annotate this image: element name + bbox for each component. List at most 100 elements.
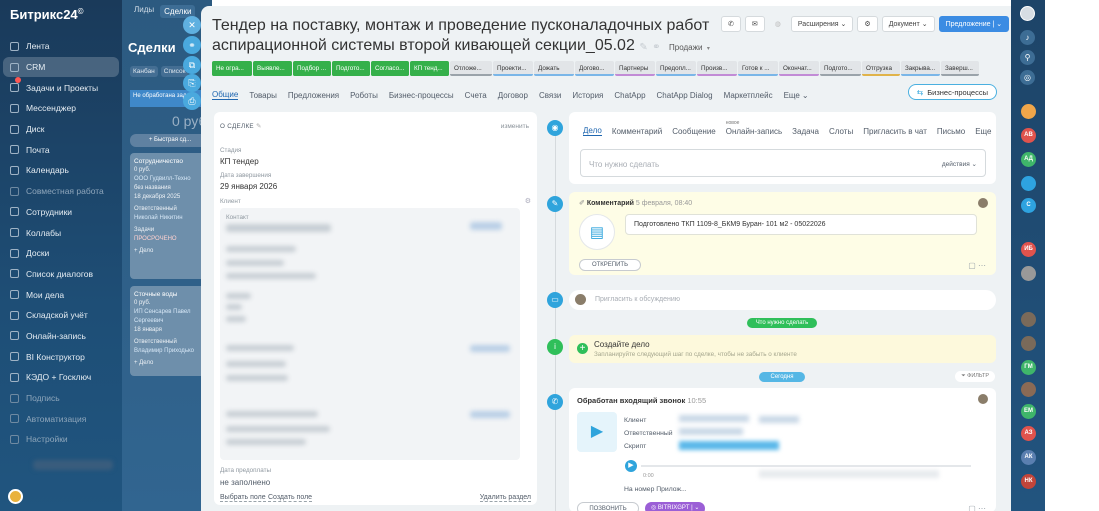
- select-field-link[interactable]: Выбрать поле: [220, 494, 266, 502]
- chat-avatar[interactable]: [1021, 176, 1036, 191]
- about-edit-link[interactable]: изменить: [501, 123, 529, 130]
- activity-tab[interactable]: Слоты: [829, 127, 853, 136]
- stage-item[interactable]: Подгото...: [332, 61, 370, 76]
- sidebar-item[interactable]: BI Конструктор: [0, 346, 122, 367]
- view-kanban[interactable]: Канбан: [130, 66, 158, 77]
- app-logo[interactable]: Битрикс24©: [10, 7, 84, 22]
- activity-input[interactable]: Что нужно сделать действия ⌄: [580, 149, 986, 177]
- deal-card-add-activity[interactable]: + Дело: [134, 247, 206, 256]
- sidebar-item[interactable]: Автоматизация: [0, 408, 122, 429]
- close-date-value[interactable]: 29 января 2026: [220, 182, 277, 191]
- deal-card[interactable]: Сотрудничество 0 руб. ООО Гудвилл-Техно …: [130, 153, 210, 279]
- stage-item[interactable]: Подгото...: [820, 61, 861, 76]
- invite-discussion[interactable]: Пригласить к обсуждению: [569, 290, 996, 310]
- chat-avatar[interactable]: [1021, 266, 1036, 281]
- stage-item[interactable]: Произв...: [697, 61, 737, 76]
- sidebar-item[interactable]: Настройки: [0, 429, 122, 450]
- deal-tab[interactable]: Договор: [498, 91, 528, 100]
- deal-card-add-activity[interactable]: + Дело: [134, 359, 206, 368]
- extensions-button[interactable]: Расширения ⌄: [790, 16, 854, 32]
- deal-tab[interactable]: Счета: [465, 91, 487, 100]
- deal-tab[interactable]: Бизнес-процессы: [389, 91, 454, 100]
- stage-item[interactable]: Выявле...: [253, 61, 292, 76]
- prepay-date-value[interactable]: не заполнено: [220, 478, 270, 487]
- chat-avatar[interactable]: АК: [1021, 450, 1036, 465]
- contact-name-blurred[interactable]: [226, 224, 331, 232]
- play-icon[interactable]: ▶: [625, 460, 637, 472]
- deal-card-resp[interactable]: Николай Никитин: [134, 214, 206, 223]
- close-icon[interactable]: ✕: [183, 16, 201, 34]
- chat-avatar[interactable]: [1021, 104, 1036, 119]
- author-avatar[interactable]: [978, 198, 988, 208]
- create-activity-card[interactable]: + Создайте дело Запланируйте следующий ш…: [569, 335, 996, 363]
- offer-button[interactable]: Предложение | ⌄: [938, 16, 1010, 32]
- notifications-icon[interactable]: ♪: [1020, 30, 1035, 45]
- blurred-script-link[interactable]: [679, 441, 779, 450]
- author-avatar[interactable]: [978, 394, 988, 404]
- stage-item[interactable]: Не огра...: [212, 61, 252, 76]
- document-button[interactable]: Документ ⌄: [881, 16, 935, 32]
- stage-item[interactable]: КП тенд...: [410, 61, 449, 76]
- deal-tab[interactable]: Связи: [539, 91, 561, 100]
- unpin-button[interactable]: ОТКРЕПИТЬ: [579, 259, 641, 271]
- stage-item[interactable]: Заверш...: [941, 61, 979, 76]
- sidebar-item[interactable]: Совместная работа: [0, 181, 122, 202]
- copy-link-icon[interactable]: ⚭: [652, 42, 660, 53]
- activity-tab[interactable]: Еще: [975, 127, 991, 136]
- chat-avatar[interactable]: АД: [1021, 152, 1036, 167]
- copy-link-icon[interactable]: ⎘: [183, 74, 201, 92]
- deal-tab[interactable]: ChatApp Dialog: [657, 91, 713, 100]
- sidebar-item[interactable]: Календарь: [0, 160, 122, 181]
- deal-card-company[interactable]: ООО Гудвилл-Техно: [134, 175, 206, 184]
- chat-avatar[interactable]: АЗ: [1021, 426, 1036, 441]
- chat-avatar[interactable]: ЕМ: [1021, 404, 1036, 419]
- activity-tab[interactable]: Дело: [583, 126, 602, 136]
- open-new-window-icon[interactable]: ⧉: [183, 56, 201, 74]
- audio-progress[interactable]: [641, 465, 971, 467]
- user-avatar[interactable]: [1020, 6, 1035, 21]
- settings-gear-icon[interactable]: ⚙: [525, 197, 531, 205]
- actions-dropdown[interactable]: действия ⌄: [942, 160, 977, 168]
- activity-tab[interactable]: Письмо: [937, 127, 965, 136]
- stage-item[interactable]: Проекти...: [493, 61, 533, 76]
- stage-item[interactable]: Партнеры: [615, 61, 655, 76]
- sidebar-item[interactable]: Список диалогов: [0, 264, 122, 285]
- business-processes-button[interactable]: ⇆ Бизнес-процессы: [907, 84, 997, 100]
- deal-card-resp[interactable]: Владимир Приходько: [134, 347, 206, 356]
- delete-section-link[interactable]: Удалить раздел: [479, 494, 531, 502]
- deal-tab[interactable]: Товары: [249, 91, 277, 100]
- deal-tab[interactable]: История: [572, 91, 603, 100]
- deal-card-company[interactable]: ИП Сенсарев Павел Сергеевич: [134, 308, 206, 326]
- chat-avatar[interactable]: [1021, 312, 1036, 327]
- stage-item[interactable]: Отгрузка: [862, 61, 900, 76]
- deal-tab[interactable]: Еще: [784, 91, 800, 100]
- bitrix-gpt-button[interactable]: ◎ BITRIXGPT | ⌄: [645, 502, 706, 511]
- sidebar-item[interactable]: CRM: [3, 56, 119, 78]
- quick-add-deal-button[interactable]: + Быстрая сд...: [130, 134, 210, 147]
- sidebar-item[interactable]: Онлайн-запись: [0, 326, 122, 347]
- sidebar-item[interactable]: Диск: [0, 119, 122, 140]
- sidebar-item[interactable]: Складской учёт: [0, 305, 122, 326]
- stage-item[interactable]: Готов к ...: [738, 61, 778, 76]
- stage-item[interactable]: Отложе...: [450, 61, 492, 76]
- stage-item[interactable]: Подбор ...: [293, 61, 331, 76]
- deal-title[interactable]: Тендер на поставку, монтаж и проведение …: [212, 16, 712, 59]
- funnel-selector[interactable]: Продажи: [669, 43, 702, 52]
- activity-tab[interactable]: Комментарий: [612, 127, 662, 136]
- sidebar-item[interactable]: КЭДО + Госключ: [0, 367, 122, 388]
- link-icon[interactable]: ⚭: [183, 36, 201, 54]
- filter-button[interactable]: ⏷ ФИЛЬТР: [955, 371, 995, 382]
- sidebar-item[interactable]: Сотрудники: [0, 202, 122, 223]
- create-field-link[interactable]: Создать поле: [268, 494, 313, 502]
- deal-tab[interactable]: ChatApp: [614, 91, 645, 100]
- sidebar-item[interactable]: Мессенджер: [0, 98, 122, 119]
- deal-tab[interactable]: Предложения: [288, 91, 339, 100]
- contact-actions-blurred[interactable]: [470, 222, 502, 230]
- edit-title-icon[interactable]: ✎: [639, 42, 647, 53]
- settings-gear-icon[interactable]: ⚙: [857, 16, 878, 32]
- sidebar-item[interactable]: Коллабы: [0, 222, 122, 243]
- chat-avatar[interactable]: АВ: [1021, 128, 1036, 143]
- stage-item[interactable]: Согласо...: [371, 61, 409, 76]
- sidebar-item[interactable]: Подпись: [0, 388, 122, 409]
- stage-item[interactable]: Дожать: [534, 61, 574, 76]
